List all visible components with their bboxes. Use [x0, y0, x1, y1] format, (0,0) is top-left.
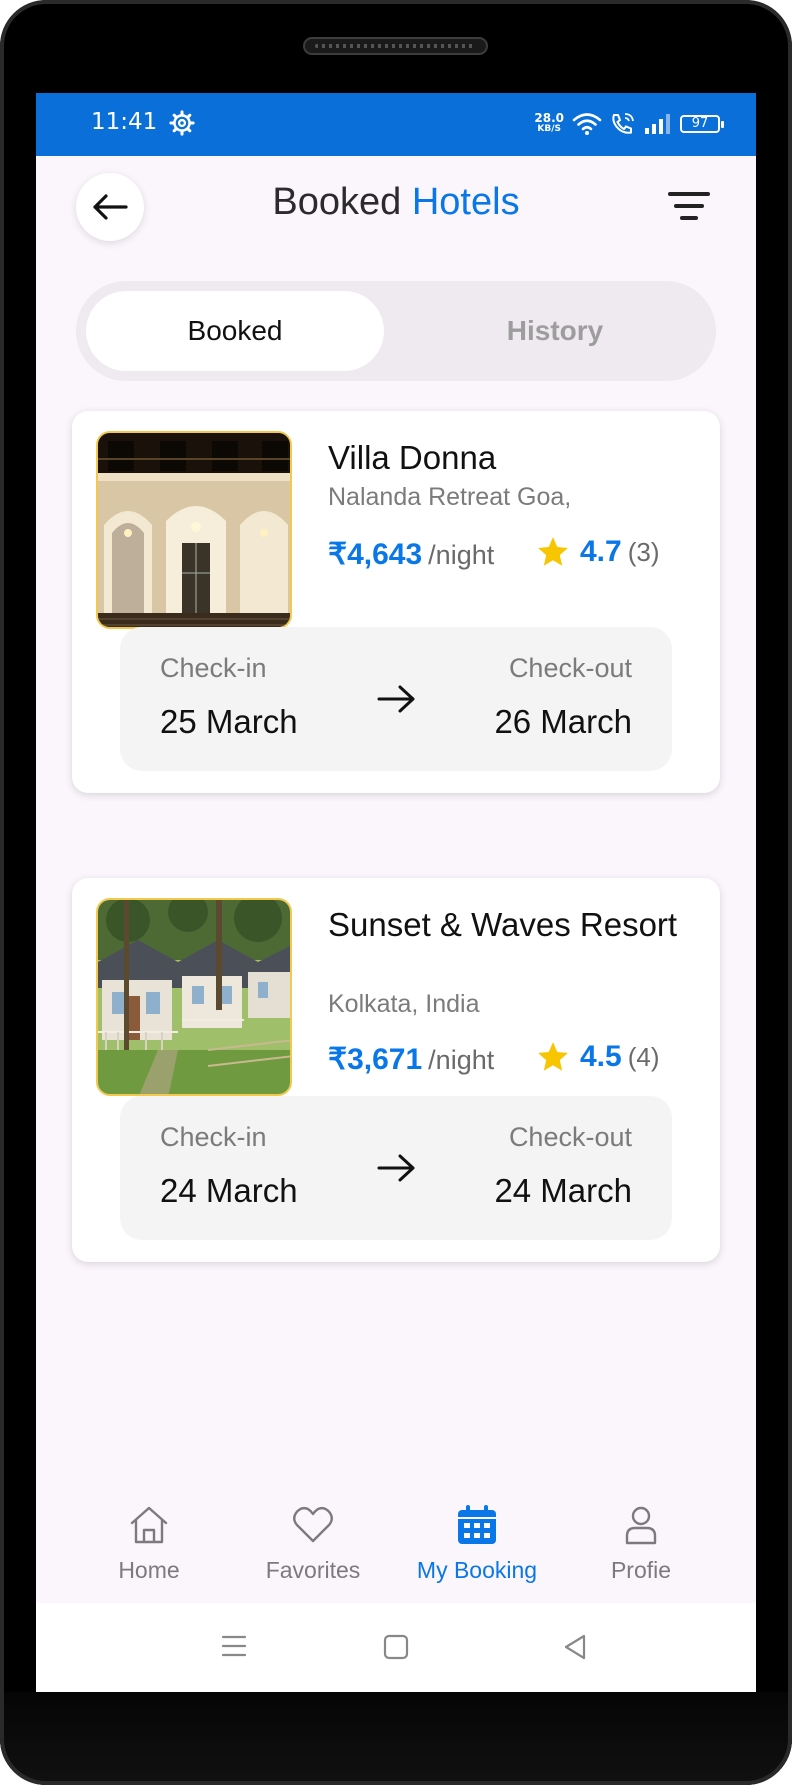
hotel-price: ₹4,643 [328, 538, 423, 571]
price-row: ₹3,671 /night [328, 1042, 494, 1077]
nav-home-label: Home [118, 1557, 180, 1583]
nav-my-booking[interactable]: My Booking [397, 1503, 557, 1584]
resort-photo-illustration [98, 900, 290, 1094]
review-count: (4) [627, 1041, 660, 1072]
checkin-date: 24 March [160, 1172, 298, 1209]
signal-icon [645, 114, 670, 134]
star-icon [538, 537, 568, 566]
hotel-price: ₹3,671 [328, 1043, 423, 1076]
nav-my-booking-label: My Booking [416, 1557, 538, 1583]
hotel-name: Villa Donna [328, 439, 497, 476]
recents-menu-icon[interactable] [220, 1633, 248, 1659]
status-time: 11:41 [91, 109, 158, 135]
battery-indicator: 97 [680, 115, 724, 133]
phone-bottom-bezel [0, 1692, 792, 1785]
price-row: ₹4,643 /night [328, 537, 494, 572]
nav-profile-label: Profie [610, 1557, 672, 1583]
hotel-location: Kolkata, India [328, 990, 480, 1018]
hotel-name: Sunset & Waves Resort [328, 906, 678, 943]
status-bar: 11:41 28.0 KB/S 97 [36, 93, 756, 156]
arrow-right-icon [377, 1154, 415, 1182]
nav-profile[interactable]: Profie [561, 1503, 721, 1584]
status-indicators: 28.0 KB/S 97 [534, 107, 724, 141]
booking-tabs: Booked History [76, 281, 716, 381]
checkin-label: Check-in [160, 1122, 267, 1152]
home-icon [130, 1506, 168, 1544]
hotel-photo [96, 898, 292, 1096]
filter-icon[interactable] [668, 189, 710, 225]
villa-photo-illustration [98, 433, 290, 627]
hotel-location: Nalanda Retreat Goa, [328, 483, 572, 511]
checkout-date: 24 March [494, 1172, 632, 1209]
rating-value: 4.7 [580, 535, 622, 568]
user-icon [625, 1506, 657, 1545]
tab-history[interactable]: History [406, 291, 704, 371]
wifi-calling-icon [612, 113, 634, 134]
nav-favorites[interactable]: Favorites [233, 1503, 393, 1584]
nav-favorites-label: Favorites [265, 1557, 361, 1583]
price-unit: /night [428, 1045, 495, 1075]
arrow-right-icon [377, 685, 415, 713]
page-title: Booked Hotels [36, 181, 756, 224]
home-square-icon[interactable] [382, 1633, 410, 1661]
system-navigation-bar [36, 1603, 756, 1693]
back-triangle-icon[interactable] [562, 1633, 588, 1661]
stay-dates: Check-in 24 March Check-out 24 March [120, 1096, 672, 1240]
checkout-date: 26 March [494, 703, 632, 740]
stay-dates: Check-in 25 March Check-out 26 March [120, 627, 672, 771]
heart-icon [293, 1506, 333, 1543]
checkin-date: 25 March [160, 703, 298, 740]
checkin-label: Check-in [160, 653, 267, 683]
network-speed: 28.0 KB/S [534, 111, 564, 134]
settings-gear-icon [169, 110, 195, 136]
calendar-icon [458, 1505, 496, 1544]
rating-value: 4.5 [580, 1040, 622, 1073]
checkout-label: Check-out [508, 1122, 632, 1152]
app-screen: 11:41 28.0 KB/S 97 Booked Hotels Booked … [36, 93, 756, 1693]
hotel-rating: 4.5 (4) [536, 1040, 660, 1074]
page-title-primary: Booked [272, 181, 402, 223]
bottom-navigation: Home Favorites My Booking Profie [36, 1483, 756, 1603]
star-icon [538, 1042, 568, 1071]
price-unit: /night [428, 540, 495, 570]
booking-card[interactable]: Sunset & Waves Resort Kolkata, India ₹3,… [72, 878, 720, 1262]
phone-frame: 11:41 28.0 KB/S 97 Booked Hotels Booked … [0, 0, 792, 1785]
tab-booked[interactable]: Booked [86, 291, 384, 371]
checkout-label: Check-out [508, 653, 632, 683]
earpiece-speaker [303, 37, 488, 55]
review-count: (3) [627, 536, 660, 567]
page-title-accent: Hotels [411, 181, 520, 223]
hotel-rating: 4.7 (3) [536, 535, 660, 569]
nav-home[interactable]: Home [69, 1503, 229, 1584]
hotel-photo [96, 431, 292, 629]
wifi-icon [572, 113, 602, 135]
booking-card[interactable]: Villa Donna Nalanda Retreat Goa, ₹4,643 … [72, 411, 720, 793]
